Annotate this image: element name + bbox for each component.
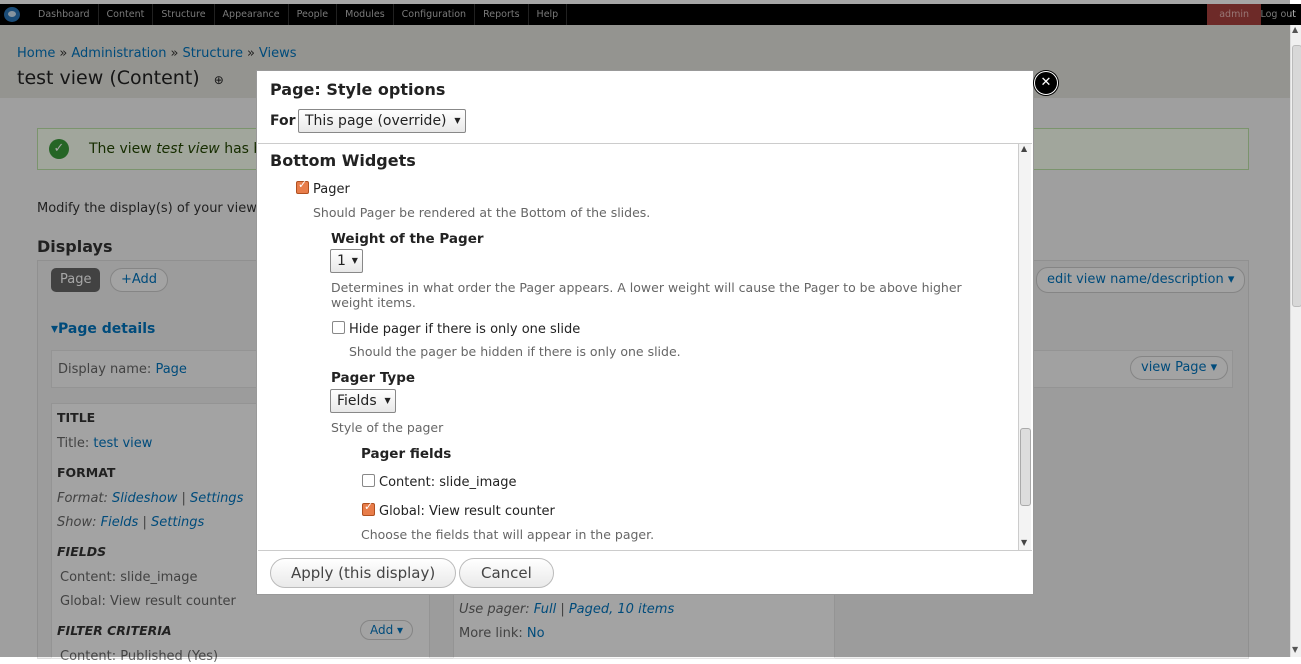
scroll-down-icon[interactable]: ▼ (1292, 645, 1298, 654)
scroll-up-icon[interactable]: ▲ (1021, 144, 1027, 153)
close-icon[interactable]: ✕ (1034, 71, 1058, 95)
for-select[interactable]: This page (override) ▼ (298, 109, 466, 133)
dialog-scrollbar-thumb[interactable] (1020, 428, 1031, 506)
pager-type-select[interactable]: Fields ▼ (330, 389, 396, 413)
slide-image-checkbox[interactable] (362, 474, 375, 487)
pager-type-heading: Pager Type (331, 370, 416, 386)
dropdown-arrow-icon: ▼ (384, 396, 391, 405)
result-counter-checkbox[interactable] (362, 500, 375, 516)
pager-fields-heading: Pager fields (361, 446, 452, 462)
for-select-value: This page (override) (305, 113, 447, 129)
dialog-title: Page: Style options (270, 80, 446, 99)
weight-heading: Weight of the Pager (331, 231, 484, 247)
scrollbar-thumb[interactable] (1292, 45, 1301, 307)
page-scrollbar[interactable]: ▲ ▼ (1290, 25, 1301, 657)
pager-checkbox[interactable] (296, 178, 309, 194)
apply-button[interactable]: Apply (this display) (270, 558, 457, 588)
pager-description: Should Pager be rendered at the Bottom o… (313, 205, 651, 220)
dialog-scrollbar[interactable]: ▲ ▼ (1018, 144, 1031, 550)
result-counter-label[interactable]: Global: View result counter (379, 504, 555, 519)
hide-pager-description: Should the pager be hidden if there is o… (349, 344, 681, 359)
dialog-scroll-area[interactable]: Bottom Widgets Pager Should Pager be ren… (258, 143, 1032, 551)
bottom-widgets-heading: Bottom Widgets (270, 151, 416, 170)
pager-type-description: Style of the pager (331, 420, 444, 435)
cancel-button[interactable]: Cancel (459, 558, 554, 588)
pager-checkbox-label[interactable]: Pager (313, 182, 350, 197)
hide-pager-checkbox[interactable] (332, 321, 345, 334)
scroll-up-icon[interactable]: ▲ (1292, 25, 1298, 34)
pager-fields-description: Choose the fields that will appear in th… (361, 527, 655, 542)
slide-image-label[interactable]: Content: slide_image (379, 475, 516, 490)
weight-select[interactable]: 1 ▼ (330, 249, 363, 273)
weight-select-value: 1 (337, 253, 346, 269)
scroll-down-icon[interactable]: ▼ (1021, 538, 1027, 547)
hide-pager-label[interactable]: Hide pager if there is only one slide (349, 322, 580, 337)
for-label: For (270, 113, 296, 129)
style-options-dialog: Page: Style options For This page (overr… (256, 70, 1034, 595)
dropdown-arrow-icon: ▼ (454, 116, 461, 125)
weight-description: Determines in what order the Pager appea… (331, 280, 962, 310)
pager-type-value: Fields (337, 393, 377, 409)
dropdown-arrow-icon: ▼ (351, 256, 358, 265)
